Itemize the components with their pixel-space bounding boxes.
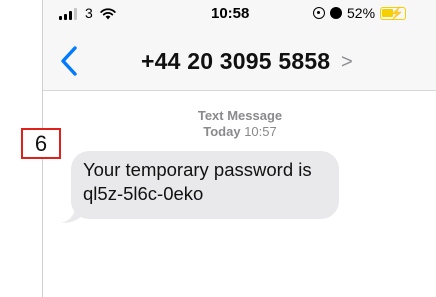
charging-bolt-icon: ⚡ [389,5,404,20]
back-chevron-icon[interactable] [57,44,83,78]
wifi-icon [100,8,116,20]
status-left: 3 [59,6,116,20]
incoming-message-bubble[interactable]: Your temporary password is ql5z-5l6c-0ek… [71,151,339,219]
contact-details-chevron-icon[interactable]: > [341,51,353,74]
carrier-label: 3 [85,5,93,21]
annotation-marker: 6 [21,128,61,159]
status-bar: 3 10:58 52% ⚡ [43,0,436,26]
messages-screen: 3 10:58 52% ⚡ +44 20 3095 5858 > Text Me… [42,0,436,297]
message-timestamp: Text Message Today 10:57 [43,108,436,140]
top-bar: 3 10:58 52% ⚡ +44 20 3095 5858 > [43,0,436,91]
message-time: 10:57 [244,124,277,139]
cellular-signal-icon [59,8,77,20]
message-type-label: Text Message [197,108,283,123]
status-time: 10:58 [211,5,250,22]
contact-title[interactable]: +44 20 3095 5858 [141,48,330,75]
conversation-header: +44 20 3095 5858 > [43,26,436,90]
battery-icon: ⚡ [380,5,407,20]
orientation-lock-icon [313,7,325,19]
alarm-icon [330,7,342,19]
message-day: Today [203,124,241,139]
battery-percent: 52% [347,5,376,21]
status-right: 52% ⚡ [313,5,407,21]
